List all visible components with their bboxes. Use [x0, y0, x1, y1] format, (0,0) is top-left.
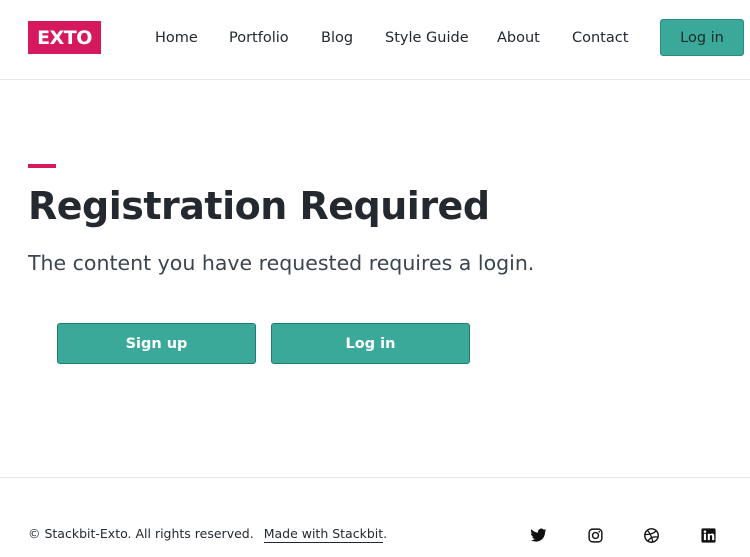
page-subtitle: The content you have requested requires …	[28, 251, 535, 275]
page-title: Registration Required	[28, 184, 490, 228]
made-with-stackbit-link[interactable]: Made with Stackbit	[263, 526, 384, 543]
nav-portfolio[interactable]: Portfolio	[229, 30, 289, 46]
nav-blog[interactable]: Blog	[321, 30, 353, 46]
twitter-icon[interactable]	[529, 526, 547, 544]
site-footer: © Stackbit-Exto. All rights reserved. Ma…	[0, 477, 750, 557]
copyright-label: © Stackbit-Exto. All rights reserved.	[28, 526, 254, 541]
instagram-icon[interactable]	[586, 526, 604, 544]
linkedin-icon[interactable]	[699, 526, 717, 544]
nav-home[interactable]: Home	[155, 30, 198, 46]
nav-about[interactable]: About	[497, 30, 540, 46]
dribbble-icon[interactable]	[642, 526, 660, 544]
copyright-text: © Stackbit-Exto. All rights reserved. Ma…	[28, 526, 388, 543]
header-login-button[interactable]: Log in	[660, 19, 744, 56]
made-with-suffix: .	[383, 526, 388, 541]
log-in-button[interactable]: Log in	[271, 323, 470, 364]
title-accent-bar	[28, 164, 56, 168]
sign-up-button[interactable]: Sign up	[57, 323, 256, 364]
site-header: EXTO Home Portfolio Blog Style Guide Abo…	[0, 0, 750, 80]
site-logo[interactable]: EXTO	[28, 21, 101, 54]
nav-contact[interactable]: Contact	[572, 30, 628, 46]
nav-style-guide[interactable]: Style Guide	[385, 30, 469, 46]
